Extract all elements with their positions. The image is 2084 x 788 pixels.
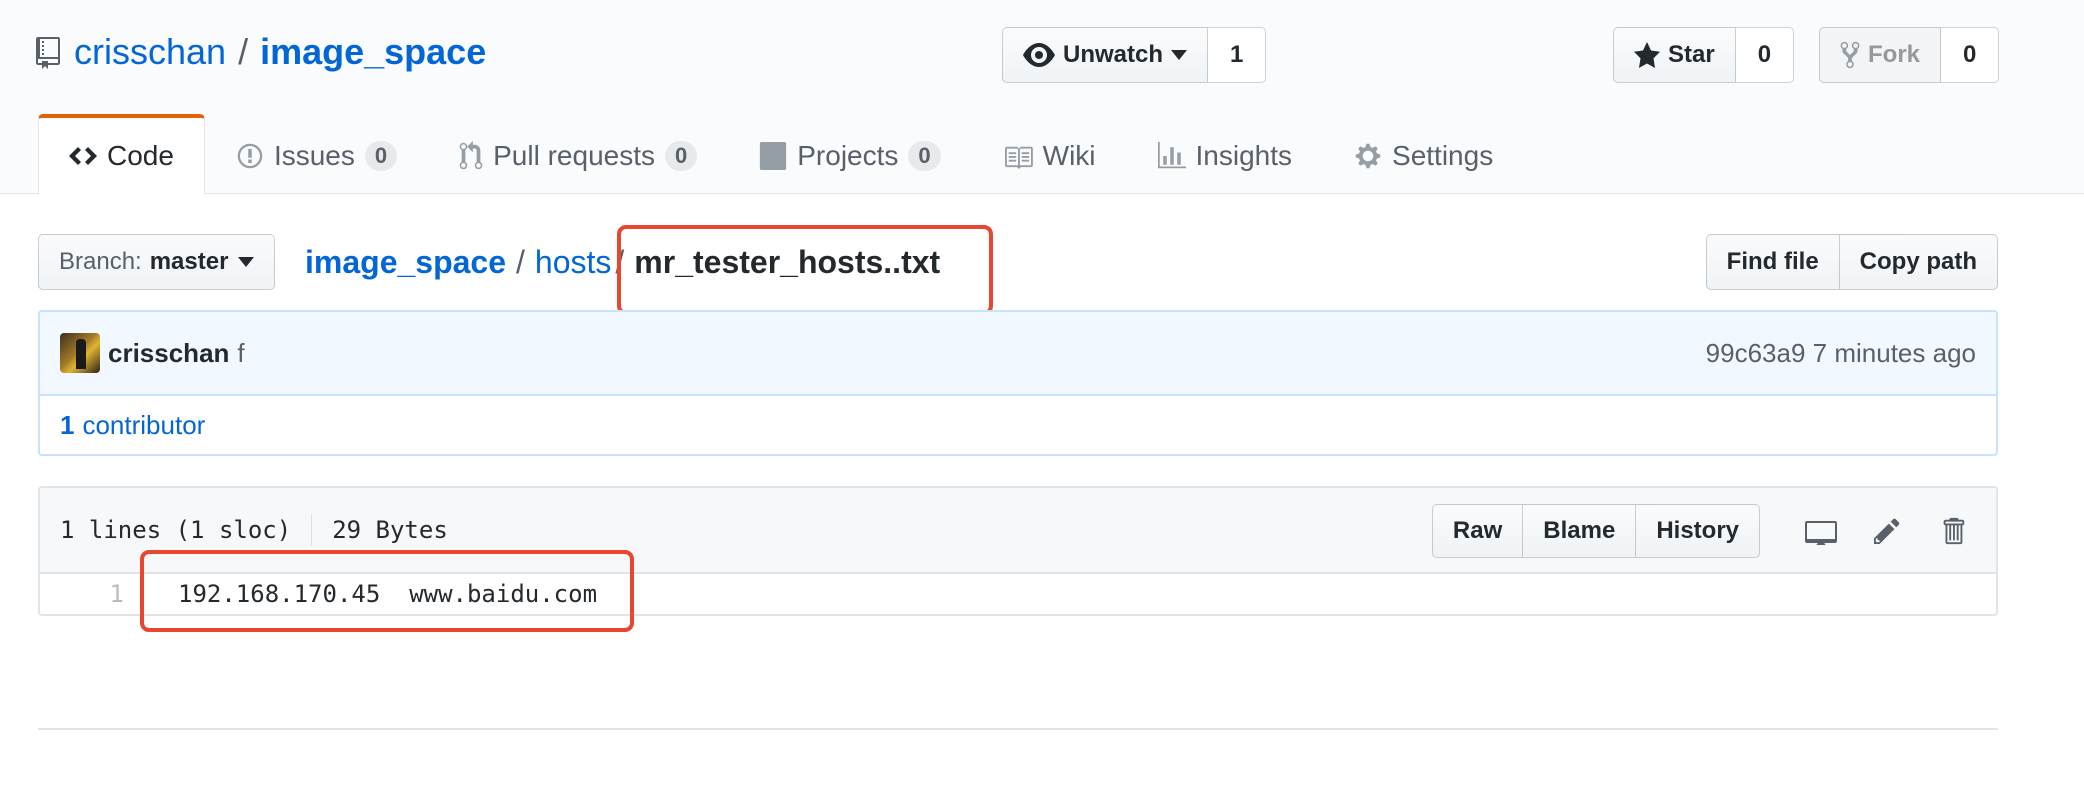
projects-counter: 0 [908, 141, 941, 171]
project-icon [759, 142, 787, 170]
trash-icon[interactable] [1930, 508, 1976, 554]
commit-meta: 99c63a9 7 minutes ago [1706, 338, 1976, 369]
commit-tease: crisschan f 99c63a9 7 minutes ago [40, 312, 1996, 396]
contributors-label: contributor [82, 409, 206, 440]
tab-settings[interactable]: Settings [1323, 114, 1524, 195]
tab-pull-requests-label: Pull requests [493, 140, 655, 171]
line-code: 192.168.170.45 www.baidu.com [178, 580, 598, 608]
tab-issues-label: Issues [273, 140, 355, 171]
file-navigation: Branch: master image_space / hosts / mr_… [38, 234, 1998, 290]
tab-wiki-label: Wiki [1042, 140, 1096, 171]
raw-button[interactable]: Raw [1431, 504, 1524, 558]
history-button[interactable]: History [1636, 504, 1760, 558]
contributors-count: 1 [60, 409, 75, 440]
file-lines-info: 1 lines (1 sloc) [60, 516, 292, 544]
code-icon [69, 144, 97, 168]
tab-insights[interactable]: Insights [1127, 114, 1324, 195]
unwatch-label: Unwatch [1063, 41, 1164, 68]
tab-pull-requests[interactable]: Pull requests 0 [428, 114, 728, 195]
desktop-icon[interactable] [1798, 508, 1844, 554]
commit-author[interactable]: crisschan [108, 338, 229, 369]
commit-tease-box: crisschan f 99c63a9 7 minutes ago 1 cont… [38, 310, 1998, 456]
divider [38, 728, 1998, 730]
watchers-count[interactable]: 1 [1208, 27, 1267, 83]
issue-icon [236, 142, 264, 170]
stargazers-count[interactable]: 0 [1735, 27, 1795, 83]
branch-select-button[interactable]: Branch: master [38, 234, 276, 290]
branch-prefix: Branch: [59, 248, 142, 275]
fork-button[interactable]: Fork [1819, 27, 1942, 83]
avatar[interactable] [60, 333, 100, 373]
gear-icon [1354, 142, 1382, 170]
tab-projects[interactable]: Projects 0 [728, 114, 971, 195]
star-group: Star 0 [1613, 27, 1795, 83]
file-header: 1 lines (1 sloc) 29 Bytes Raw Blame Hist… [40, 488, 1996, 574]
pull-request-icon [459, 141, 483, 171]
file-tools: Raw Blame History [1431, 504, 1976, 558]
tab-projects-label: Projects [797, 140, 899, 171]
file-info-divider [311, 514, 313, 546]
tab-settings-label: Settings [1392, 140, 1494, 171]
tab-wiki[interactable]: Wiki [972, 114, 1127, 195]
file-size: 29 Bytes [332, 516, 448, 544]
eye-icon [1023, 43, 1055, 67]
star-button[interactable]: Star [1613, 27, 1736, 83]
breadcrumb-repo-link[interactable]: image_space [305, 244, 506, 281]
commit-time: 7 minutes ago [1812, 337, 1976, 368]
repo-owner-link[interactable]: crisschan [74, 31, 226, 73]
breadcrumb-file-name: mr_tester_hosts..txt [634, 243, 941, 280]
book-icon [1003, 143, 1033, 169]
issues-counter: 0 [364, 141, 398, 171]
unwatch-button[interactable]: Unwatch [1002, 27, 1209, 83]
tab-code-label: Code [107, 140, 174, 171]
repo-title: crisschan / image_space [36, 28, 486, 76]
copy-path-button[interactable]: Copy path [1839, 234, 1998, 290]
blame-button[interactable]: Blame [1523, 504, 1637, 558]
repo-icon [36, 36, 60, 69]
repo-name-link[interactable]: image_space [260, 31, 486, 73]
line-number[interactable]: 1 [40, 580, 124, 608]
commit-message[interactable]: f [237, 338, 244, 369]
breadcrumb-separator: / [615, 243, 625, 280]
code-line: 1 192.168.170.45 www.baidu.com [40, 574, 1996, 614]
graph-icon [1157, 142, 1186, 170]
file-view-buttons: Raw Blame History [1431, 504, 1760, 558]
breadcrumb: image_space / hosts / mr_tester_hosts..t… [305, 234, 940, 290]
contributors-link[interactable]: 1 contributor [40, 396, 1996, 454]
repo-nav: Code Issues 0 Pull requests 0 Projects 0 [38, 114, 1524, 195]
pencil-icon[interactable] [1864, 508, 1910, 554]
breadcrumb-separator: / [516, 243, 525, 280]
tab-issues[interactable]: Issues 0 [205, 114, 428, 195]
fork-label: Fork [1868, 41, 1921, 68]
branch-name: master [149, 248, 229, 275]
file-box: 1 lines (1 sloc) 29 Bytes Raw Blame Hist… [38, 486, 1998, 616]
pull-requests-counter: 0 [665, 141, 698, 171]
forks-count[interactable]: 0 [1941, 27, 2000, 83]
repo-header: crisschan / image_space Unwatch 1 Star 0… [0, 0, 2084, 195]
caret-down-icon [1171, 50, 1188, 60]
find-file-button[interactable]: Find file [1705, 234, 1840, 290]
breadcrumb-folder-link[interactable]: hosts [535, 244, 611, 281]
tab-code[interactable]: Code [38, 114, 205, 195]
star-icon [1634, 42, 1660, 68]
watch-group: Unwatch 1 [1002, 27, 1267, 83]
repo-separator: / [238, 31, 249, 72]
file-nav-actions: Find file Copy path [1705, 234, 1998, 290]
tab-insights-label: Insights [1195, 140, 1293, 171]
star-label: Star [1668, 41, 1715, 68]
commit-sha[interactable]: 99c63a9 [1706, 338, 1806, 368]
fork-group: Fork 0 [1819, 27, 2000, 83]
caret-down-icon [238, 257, 255, 267]
fork-icon [1840, 41, 1860, 69]
